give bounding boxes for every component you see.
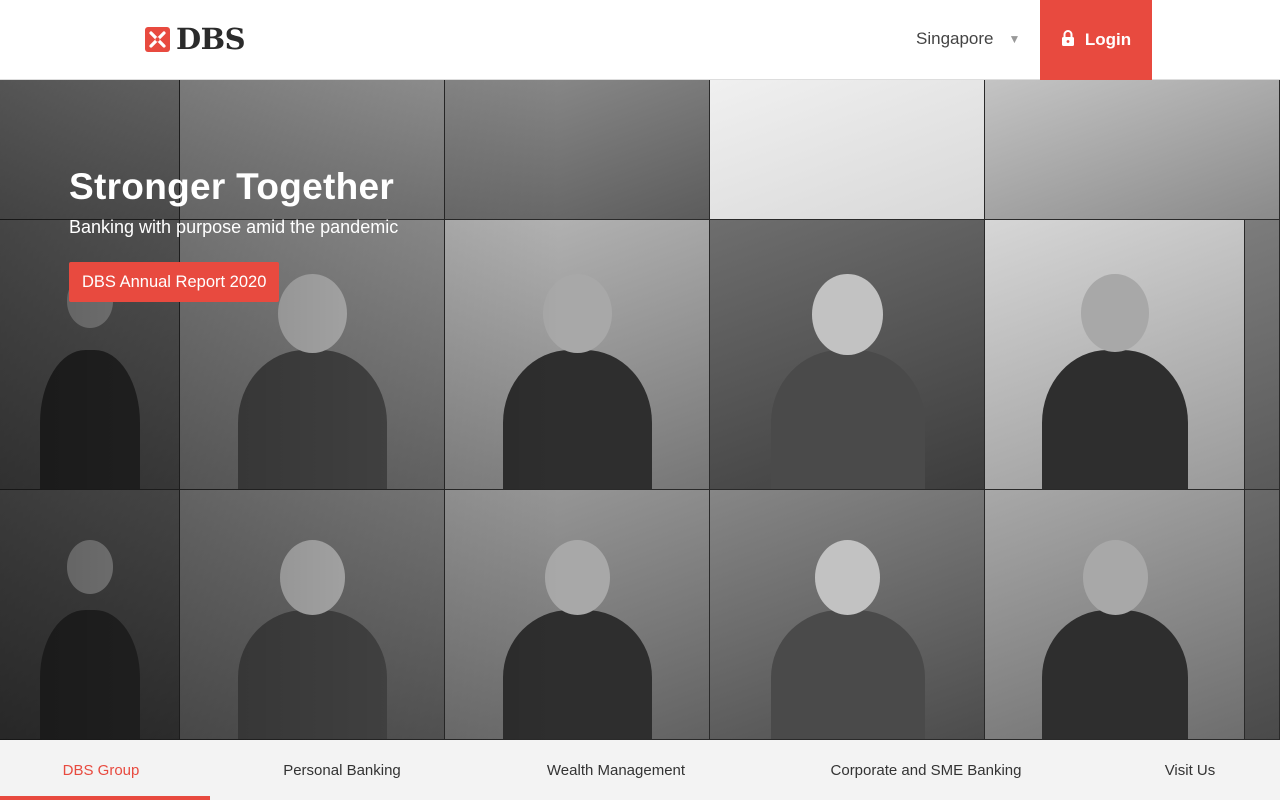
caret-down-icon: ▼ — [1008, 32, 1021, 46]
collage-photo-tile — [985, 220, 1245, 490]
collage-photo-tile — [710, 80, 985, 220]
nav-label: Corporate and SME Banking — [830, 761, 1022, 779]
country-selector[interactable]: Singapore ▼ — [916, 29, 1020, 49]
nav-label: DBS Group — [62, 761, 140, 779]
nav-visit-us[interactable]: Visit Us — [1140, 740, 1240, 800]
person-silhouette-head — [815, 540, 880, 615]
nav-corporate-sme-banking[interactable]: Corporate and SME Banking — [800, 740, 1052, 800]
person-silhouette-body — [770, 610, 925, 739]
login-label: Login — [1084, 30, 1132, 49]
nav-wealth-management[interactable]: Wealth Management — [520, 740, 712, 800]
person-silhouette-head — [1082, 540, 1148, 615]
nav-label: Personal Banking — [283, 761, 401, 779]
collage-photo-tile — [1245, 490, 1280, 740]
person-silhouette-head — [1081, 274, 1149, 352]
country-label: Singapore — [916, 29, 994, 48]
nav-personal-banking[interactable]: Personal Banking — [250, 740, 434, 800]
login-button[interactable]: Login — [1040, 0, 1152, 80]
nav-label: Visit Us — [1164, 761, 1216, 779]
dbs-logo[interactable]: DBS — [144, 22, 246, 56]
hero-subtitle: Banking with purpose amid the pandemic — [69, 217, 399, 237]
person-silhouette-body — [770, 349, 925, 489]
person-silhouette-body — [1042, 610, 1188, 739]
nav-label: Wealth Management — [546, 761, 686, 779]
dbs-logo-mark-icon — [144, 26, 171, 53]
hero-banner: Stronger Together Banking with purpose a… — [0, 80, 1280, 740]
collage-photo-tile — [985, 80, 1280, 220]
logo-text: DBS — [176, 22, 246, 56]
nav-dbs-group[interactable]: DBS Group — [0, 740, 202, 800]
collage-photo-tile — [1245, 220, 1280, 490]
lock-icon — [1061, 29, 1075, 52]
collage-photo-tile — [710, 220, 985, 490]
hero-title: Stronger Together — [69, 166, 395, 207]
active-tab-underline — [0, 796, 210, 800]
site-header: DBS Singapore ▼ Login — [0, 0, 1280, 80]
collage-photo-tile — [710, 490, 985, 740]
bottom-navigation: DBS Group Personal Banking Wealth Manage… — [0, 740, 1280, 800]
collage-photo-tile — [985, 490, 1245, 740]
person-silhouette-head — [812, 274, 883, 355]
person-silhouette-body — [1042, 349, 1188, 489]
annual-report-button[interactable]: DBS Annual Report 2020 — [69, 262, 280, 302]
